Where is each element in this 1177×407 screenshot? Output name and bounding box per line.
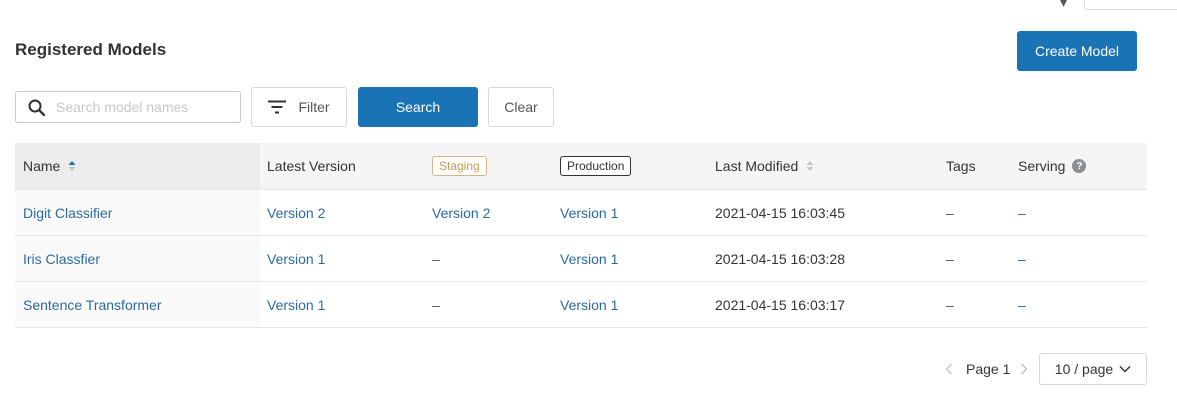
staging-version-link[interactable]: Version 2 <box>432 190 490 235</box>
page: ▾ Registered Models Create Model Filter … <box>0 0 1177 407</box>
header-serving: Serving ? <box>1018 143 1087 189</box>
header-latest-version: Latest Version <box>267 158 356 174</box>
search-button[interactable]: Search <box>358 87 478 127</box>
last-modified-value: 2021-04-15 16:03:17 <box>715 296 845 313</box>
header-last-modified-label: Last Modified <box>715 158 799 174</box>
sort-icon <box>68 161 76 171</box>
latest-version-link[interactable]: Version 1 <box>267 236 325 281</box>
last-modified-value: 2021-04-15 16:03:28 <box>715 250 845 267</box>
chevron-left-icon <box>945 363 952 375</box>
model-name-link[interactable]: Iris Classfier <box>23 236 100 281</box>
chevron-right-icon <box>1021 363 1028 375</box>
search-box[interactable] <box>15 91 241 123</box>
latest-version-link[interactable]: Version 1 <box>267 282 325 327</box>
production-version-link[interactable]: Version 1 <box>560 236 618 281</box>
models-table: Name Latest Version Staging Production L… <box>15 143 1147 328</box>
header-name[interactable]: Name <box>23 143 76 189</box>
staging-tag: Staging <box>432 156 487 176</box>
last-modified-value: 2021-04-15 16:03:45 <box>715 204 845 221</box>
search-icon <box>28 99 45 116</box>
staging-version-value: – <box>432 296 440 313</box>
production-version-link[interactable]: Version 1 <box>560 190 618 235</box>
page-indicator: Page 1 <box>966 361 1011 377</box>
chevron-down-icon <box>1119 366 1131 373</box>
header-last-modified[interactable]: Last Modified <box>715 143 814 189</box>
header-name-label: Name <box>23 158 61 174</box>
table-row: Digit Classifier Version 2 Version 2 Ver… <box>15 190 1147 236</box>
serving-link[interactable]: – <box>1018 190 1026 235</box>
page-title: Registered Models <box>15 40 167 59</box>
staging-version-value: – <box>432 250 440 267</box>
production-version-link[interactable]: Version 1 <box>560 282 618 327</box>
page-size-select[interactable]: 10 / page <box>1039 353 1147 385</box>
filter-label: Filter <box>298 99 330 115</box>
tags-value: – <box>946 204 954 221</box>
clear-button[interactable]: Clear <box>488 87 554 127</box>
tags-value: – <box>946 296 954 313</box>
next-page-button[interactable] <box>1020 353 1028 385</box>
header-production: Production <box>560 143 632 189</box>
header-tags: Tags <box>946 158 976 174</box>
sort-icon <box>806 161 814 171</box>
search-input[interactable] <box>54 98 228 116</box>
header-staging: Staging <box>432 143 487 189</box>
model-name-link[interactable]: Digit Classifier <box>23 190 112 235</box>
top-cut-icon[interactable]: ▾ <box>1060 0 1067 11</box>
page-size-value: 10 / page <box>1054 361 1114 377</box>
latest-version-link[interactable]: Version 2 <box>267 190 325 235</box>
filter-icon <box>268 100 287 114</box>
top-cut-control[interactable] <box>1084 0 1177 10</box>
header-serving-label: Serving <box>1018 158 1066 174</box>
create-model-button[interactable]: Create Model <box>1017 31 1137 71</box>
table-header: Name Latest Version Staging Production L… <box>15 143 1147 190</box>
help-icon[interactable]: ? <box>1072 159 1087 173</box>
serving-link[interactable]: – <box>1018 282 1026 327</box>
filter-button[interactable]: Filter <box>251 87 347 127</box>
production-tag: Production <box>560 156 632 176</box>
model-name-link[interactable]: Sentence Transformer <box>23 282 162 327</box>
serving-link[interactable]: – <box>1018 236 1026 281</box>
tags-value: – <box>946 250 954 267</box>
table-row: Iris Classfier Version 1 – Version 1 202… <box>15 236 1147 282</box>
prev-page-button[interactable] <box>945 353 953 385</box>
table-row: Sentence Transformer Version 1 – Version… <box>15 282 1147 328</box>
